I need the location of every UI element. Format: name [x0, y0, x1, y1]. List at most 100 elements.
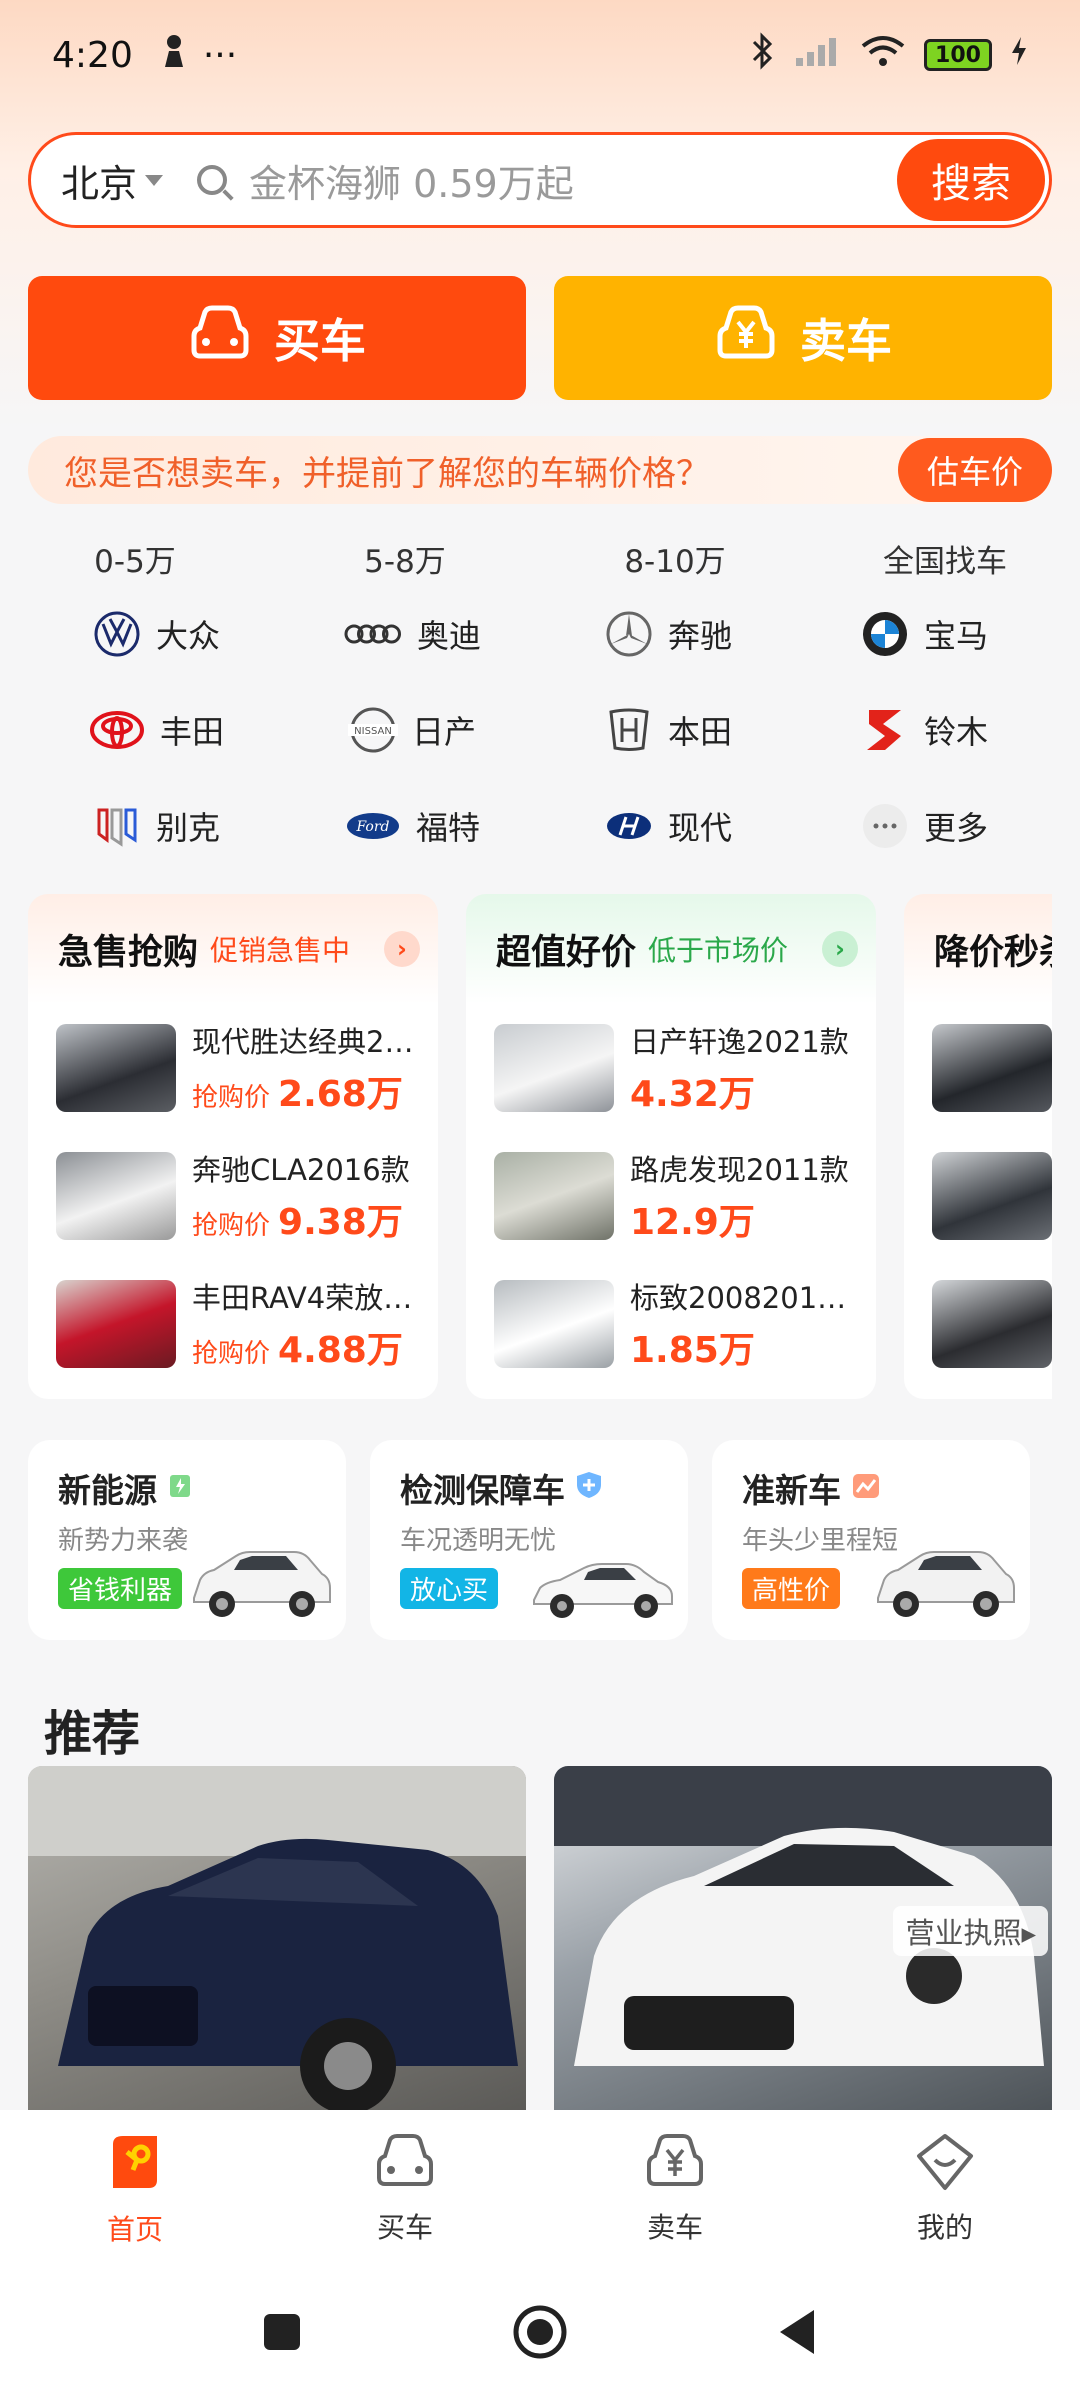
recommend-car-image[interactable] [28, 1766, 526, 2110]
price-filter-5-8[interactable]: 5-8万 [270, 530, 540, 581]
search-button[interactable]: 搜索 [897, 139, 1045, 221]
price-label: 抢购价 [192, 1083, 271, 1113]
brand-honda[interactable]: 本田 [540, 706, 796, 754]
car-price: 4.88万 [278, 1330, 403, 1371]
business-license-badge[interactable]: 营业执照▸ [893, 1906, 1048, 1956]
category-row: 新能源 新势力来袭 省钱利器 检测保障车 车况透明无忧 放心买 准新车 年头少里… [28, 1440, 1052, 1640]
back-button[interactable] [778, 2308, 818, 2360]
buy-car-button[interactable]: 买车 [28, 276, 526, 400]
category-inspected[interactable]: 检测保障车 车况透明无忧 放心买 [370, 1440, 688, 1640]
brand-label: 宝马 [923, 617, 988, 655]
brand-more[interactable]: 更多 [796, 802, 1052, 850]
tab-sell[interactable]: 卖车 [540, 2110, 810, 2268]
suv-image [870, 1546, 1020, 1626]
brand-label: 丰田 [159, 713, 224, 751]
home-button[interactable] [512, 2304, 568, 2364]
recommend-title: 推荐 [44, 1706, 141, 1762]
card-subtitle: 低于市场价 [648, 934, 789, 967]
good-price-card[interactable]: 超值好价 低于市场价 › 日产轩逸2021款 4.32万 路虎发现2011款 1… [466, 894, 876, 1399]
chevron-right-icon[interactable]: › [384, 931, 420, 967]
brand-vw[interactable]: 大众 [28, 610, 284, 658]
battery-icon: 100 [924, 39, 992, 71]
brand-buick[interactable]: 别克 [28, 802, 284, 850]
brand-grid: 大众 奥迪 奔驰 宝马 丰田 NISSAN 日产 本田 铃木 别克 Ford 福… [28, 610, 1052, 850]
brand-ford[interactable]: Ford 福特 [284, 802, 540, 850]
price-filter-0-5[interactable]: 0-5万 [0, 530, 270, 581]
car-name: 标致20082014款 [630, 1281, 862, 1315]
card-subtitle: 促销急售中 [210, 934, 351, 967]
brand-audi[interactable]: 奥迪 [284, 610, 540, 658]
valuation-banner[interactable]: 您是否想卖车，并提前了解您的车辆价格？ 估车价 [28, 436, 1052, 504]
audi-logo-icon [343, 609, 403, 659]
chevron-down-icon [145, 174, 164, 186]
tab-mine[interactable]: 我的 [810, 2110, 1080, 2268]
price-drop-card[interactable]: 降价秒杀 [904, 894, 1052, 1399]
chevron-right-icon[interactable]: › [822, 931, 858, 967]
valuation-banner-text: 您是否想卖车，并提前了解您的车辆价格？ [64, 453, 710, 494]
list-item[interactable]: 丰田RAV4荣放2013款 抢购价4.88万 [28, 1260, 438, 1388]
brand-bmw[interactable]: 宝马 [796, 610, 1052, 658]
sedan-image [528, 1556, 678, 1626]
suv-image [186, 1546, 336, 1626]
list-item[interactable]: 日产轩逸2021款 4.32万 [466, 1004, 876, 1132]
ford-logo-icon: Ford [344, 801, 402, 851]
tab-home[interactable]: 首页 [0, 2110, 270, 2268]
brand-toyota[interactable]: 丰田 [28, 706, 284, 754]
list-item[interactable]: 现代胜达经典2009款 抢购价2.68万 [28, 1004, 438, 1132]
car-price: 9.38万 [278, 1202, 403, 1243]
car-thumbnail [932, 1152, 1052, 1240]
list-item[interactable]: 奔驰CLA2016款 抢购价 9.38万 [28, 1132, 438, 1260]
brand-nissan[interactable]: NISSAN 日产 [284, 706, 540, 754]
status-bar: 4:20 ··· 100 [0, 0, 1080, 110]
car-thumbnail [494, 1024, 614, 1112]
buick-logo-icon [92, 801, 142, 851]
charging-icon [1010, 35, 1028, 76]
tab-label: 我的 [916, 2211, 973, 2244]
nationwide-search[interactable]: 全国找车 [810, 530, 1080, 581]
recommend-car-image[interactable]: 营业执照▸ [554, 1766, 1052, 2110]
bottom-tab-bar: 首页 买车 卖车 我的 [0, 2110, 1080, 2268]
sell-car-button[interactable]: 卖车 [554, 276, 1052, 400]
list-item[interactable] [904, 1132, 1052, 1260]
brand-hyundai[interactable]: 现代 [540, 802, 796, 850]
home-icon [103, 2130, 167, 2198]
estimate-price-button[interactable]: 估车价 [898, 438, 1052, 502]
car-name: 丰田RAV4荣放2013款 [192, 1281, 424, 1315]
car-thumbnail [56, 1152, 176, 1240]
toyota-logo-icon [88, 705, 146, 755]
brand-label: 奔驰 [667, 617, 732, 655]
category-tag: 省钱利器 [58, 1568, 183, 1609]
list-item[interactable]: 路虎发现2011款 12.9万 [466, 1132, 876, 1260]
brand-benz[interactable]: 奔驰 [540, 610, 796, 658]
tab-label: 卖车 [646, 2211, 703, 2244]
category-near-new[interactable]: 准新车 年头少里程短 高性价 [712, 1440, 1030, 1640]
category-subtitle: 车况透明无忧 [400, 1526, 557, 1556]
tab-buy[interactable]: 买车 [270, 2110, 540, 2268]
car-thumbnail [494, 1280, 614, 1368]
nissan-logo-icon: NISSAN [347, 705, 398, 755]
category-title: 新能源 [58, 1471, 157, 1510]
search-input[interactable]: 金杯海狮 0.59万起 [249, 153, 574, 208]
recent-apps-button[interactable] [262, 2312, 302, 2356]
car-thumbnail [56, 1024, 176, 1112]
category-tag: 放心买 [400, 1568, 499, 1609]
list-item[interactable] [904, 1260, 1052, 1388]
deal-carousel: 急售抢购 促销急售中 › 现代胜达经典2009款 抢购价2.68万 奔驰CLA2… [28, 894, 1052, 1399]
list-item[interactable]: 标致20082014款 1.85万 [466, 1260, 876, 1388]
category-tag: 高性价 [742, 1568, 841, 1609]
list-item[interactable] [904, 1004, 1052, 1132]
honda-logo-icon [604, 705, 654, 755]
brand-label: 福特 [415, 809, 480, 847]
category-new-energy[interactable]: 新能源 新势力来袭 省钱利器 [28, 1440, 346, 1640]
system-navigation-bar [0, 2268, 1080, 2400]
car-name: 日产轩逸2021款 [630, 1025, 849, 1059]
flash-sale-card[interactable]: 急售抢购 促销急售中 › 现代胜达经典2009款 抢购价2.68万 奔驰CLA2… [28, 894, 438, 1399]
brand-label: 更多 [923, 809, 988, 847]
brand-suzuki[interactable]: 铃木 [796, 706, 1052, 754]
city-selector[interactable]: 北京 [61, 153, 164, 208]
car-thumbnail [932, 1280, 1052, 1368]
benz-logo-icon [604, 609, 654, 659]
search-icon [197, 165, 228, 195]
price-label: 抢购价 [192, 1211, 271, 1241]
price-filter-8-10[interactable]: 8-10万 [540, 530, 810, 581]
